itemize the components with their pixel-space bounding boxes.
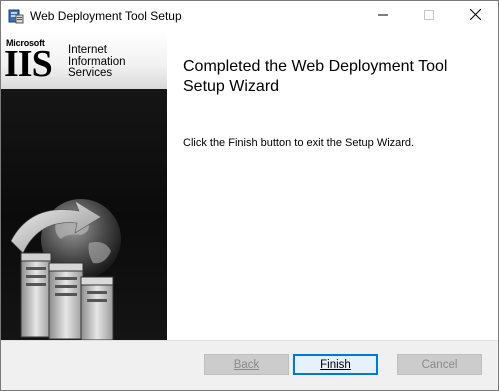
cancel-button-label: Cancel xyxy=(421,358,458,371)
close-button[interactable] xyxy=(452,1,498,31)
instruction-text: Click the Finish button to exit the Setu… xyxy=(183,137,415,149)
brand-iis: IIS xyxy=(4,43,53,85)
window-title: Web Deployment Tool Setup xyxy=(30,9,182,23)
brand-line: Services xyxy=(68,67,113,79)
cancel-button[interactable]: Cancel xyxy=(397,354,482,375)
brand-line: Internet xyxy=(68,44,107,56)
minimize-icon xyxy=(378,7,388,25)
button-bar: Back Finish Cancel xyxy=(1,340,498,390)
finish-button[interactable]: Finish xyxy=(293,354,378,375)
setup-window: Web Deployment Tool Setup Microsoft IIS … xyxy=(0,0,499,391)
wizard-banner: Microsoft IIS Internet Information Servi… xyxy=(1,31,167,340)
back-button-label: Back xyxy=(233,358,260,371)
title-bar[interactable]: Web Deployment Tool Setup xyxy=(1,1,498,31)
back-button[interactable]: Back xyxy=(204,354,289,375)
maximize-button[interactable] xyxy=(406,1,452,31)
page-title: Completed the Web Deployment Tool Setup … xyxy=(183,58,448,95)
iis-logo: Microsoft IIS Internet Information Servi… xyxy=(1,31,167,89)
maximize-icon xyxy=(424,7,434,25)
setup-installer-icon xyxy=(8,8,24,24)
finish-button-label: Finish xyxy=(320,358,351,371)
minimize-button[interactable] xyxy=(360,1,406,31)
close-icon xyxy=(469,7,481,25)
globe-servers-illustration xyxy=(10,199,121,340)
brand-subtitle: Internet Information Services xyxy=(68,44,126,80)
